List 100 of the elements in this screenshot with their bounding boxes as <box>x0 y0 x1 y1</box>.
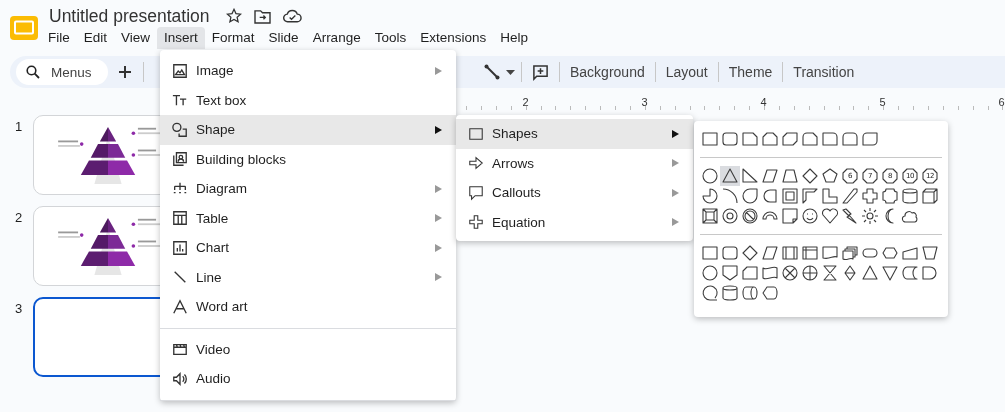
plus-icon[interactable] <box>119 66 131 78</box>
menu-item-label: Shape <box>196 122 237 138</box>
document-title[interactable]: Untitled presentation <box>49 5 210 27</box>
menu-item-label: Diagram <box>196 181 248 197</box>
menu-item[interactable]: Text box <box>160 85 456 115</box>
shape-option[interactable] <box>760 129 780 149</box>
menu-item[interactable]: Arrows <box>456 148 693 178</box>
shape-option[interactable] <box>740 283 760 303</box>
menu-bar-item[interactable]: Edit <box>76 27 115 49</box>
shape-option[interactable] <box>700 263 720 283</box>
toolbar-button[interactable]: Background <box>560 60 655 84</box>
menu-item[interactable]: Word art <box>160 292 456 322</box>
shape-option[interactable] <box>720 206 740 226</box>
shape-option[interactable] <box>860 186 880 206</box>
menu-bar-item[interactable]: Extensions <box>413 27 494 49</box>
line-icon[interactable] <box>484 64 500 80</box>
shape-option[interactable] <box>860 129 880 149</box>
menu-bar-item[interactable]: Slide <box>261 27 306 49</box>
shape-option[interactable] <box>760 283 780 303</box>
shape-option[interactable] <box>780 263 800 283</box>
polygon-icon <box>841 167 859 185</box>
shape-option[interactable] <box>780 206 800 226</box>
shape-option[interactable] <box>700 283 720 303</box>
menu-item[interactable]: Video <box>160 334 456 364</box>
shape-option[interactable] <box>740 206 760 226</box>
menu-item[interactable]: Line <box>160 262 456 292</box>
menu-bar-item[interactable]: Format <box>204 27 262 49</box>
shape-option[interactable] <box>780 243 800 263</box>
menu-item-label: Arrows <box>492 155 535 171</box>
toolbar-button[interactable]: Transition <box>783 60 865 84</box>
toolbar-button[interactable]: Theme <box>718 60 783 84</box>
shape-option[interactable] <box>800 166 820 186</box>
shape-option[interactable] <box>720 283 740 303</box>
menu-item[interactable]: Audio <box>160 364 456 394</box>
menu-item[interactable]: Chart <box>160 233 456 263</box>
shape-option[interactable] <box>760 166 780 186</box>
shape-option[interactable] <box>800 263 820 283</box>
diamond-icon <box>741 244 759 262</box>
shape-option[interactable] <box>700 186 720 206</box>
menu-bar-item[interactable]: View <box>114 27 158 49</box>
menu-item[interactable]: Shapes <box>456 119 693 149</box>
shape-option[interactable] <box>860 263 880 283</box>
menu-item[interactable]: Image <box>160 56 456 86</box>
menu-item-label: Video <box>196 341 232 357</box>
shape-option[interactable] <box>880 186 900 206</box>
shape-option[interactable] <box>740 243 760 263</box>
menu-item[interactable]: Shape <box>160 115 456 145</box>
star-icon[interactable] <box>225 8 242 24</box>
shape-option[interactable] <box>720 243 740 263</box>
predefined-process-icon <box>781 244 799 262</box>
menu-item[interactable]: Equation <box>456 207 693 237</box>
heart-icon <box>821 207 839 225</box>
shape-option[interactable] <box>920 186 940 206</box>
shape-option[interactable] <box>840 129 860 149</box>
trapezoid-icon <box>781 167 799 185</box>
shape-option[interactable] <box>900 186 920 206</box>
shape-option[interactable] <box>780 129 800 149</box>
shape-option[interactable] <box>900 263 920 283</box>
shape-option[interactable] <box>720 166 740 186</box>
shape-option[interactable] <box>760 186 780 206</box>
shape-option[interactable] <box>720 263 740 283</box>
sun-icon <box>861 207 879 225</box>
menu-item[interactable]: Callouts <box>456 178 693 208</box>
toolbar-button[interactable]: Layout <box>655 60 718 84</box>
shape-option[interactable] <box>800 129 820 149</box>
shape-option[interactable] <box>860 206 880 226</box>
folder-icon[interactable] <box>253 8 271 24</box>
menu-item[interactable]: Table <box>160 203 456 233</box>
shape-option[interactable] <box>840 186 860 206</box>
shape-option[interactable] <box>720 129 740 149</box>
speech-bubble-icon <box>468 184 484 201</box>
ruler-number: 6 <box>997 96 1005 110</box>
menu-bar-item[interactable]: Help <box>493 27 535 49</box>
shape-option[interactable] <box>800 243 820 263</box>
shape-option[interactable] <box>740 166 760 186</box>
shape-option[interactable] <box>820 206 840 226</box>
add-comment-icon[interactable] <box>532 63 549 81</box>
caret-icon[interactable] <box>506 69 515 75</box>
menu-bar-item[interactable]: Tools <box>367 27 414 49</box>
shape-option[interactable] <box>820 166 840 186</box>
shape-option[interactable] <box>920 243 940 263</box>
shape-option[interactable] <box>740 186 760 206</box>
shape-option[interactable] <box>700 206 720 226</box>
shape-option[interactable] <box>800 186 820 206</box>
menu-item[interactable]: Building blocks <box>160 144 456 174</box>
menu-bar-item[interactable]: File <box>41 27 77 49</box>
cloud-icon[interactable] <box>282 9 302 23</box>
menu-bar-item[interactable]: Insert <box>157 27 205 49</box>
shape-option[interactable] <box>760 243 780 263</box>
menu-bar-item[interactable]: Arrange <box>305 27 368 49</box>
shape-option[interactable] <box>840 243 860 263</box>
shape-option[interactable] <box>780 166 800 186</box>
menu-item-label: Word art <box>196 299 249 315</box>
menu-item[interactable]: Diagram <box>160 174 456 204</box>
search-field[interactable]: Menus <box>16 59 108 85</box>
shape-option[interactable] <box>880 263 900 283</box>
shape-option[interactable] <box>800 206 820 226</box>
shape-option[interactable] <box>720 186 740 206</box>
shape-option[interactable] <box>920 263 940 283</box>
shape-option[interactable] <box>700 166 720 186</box>
